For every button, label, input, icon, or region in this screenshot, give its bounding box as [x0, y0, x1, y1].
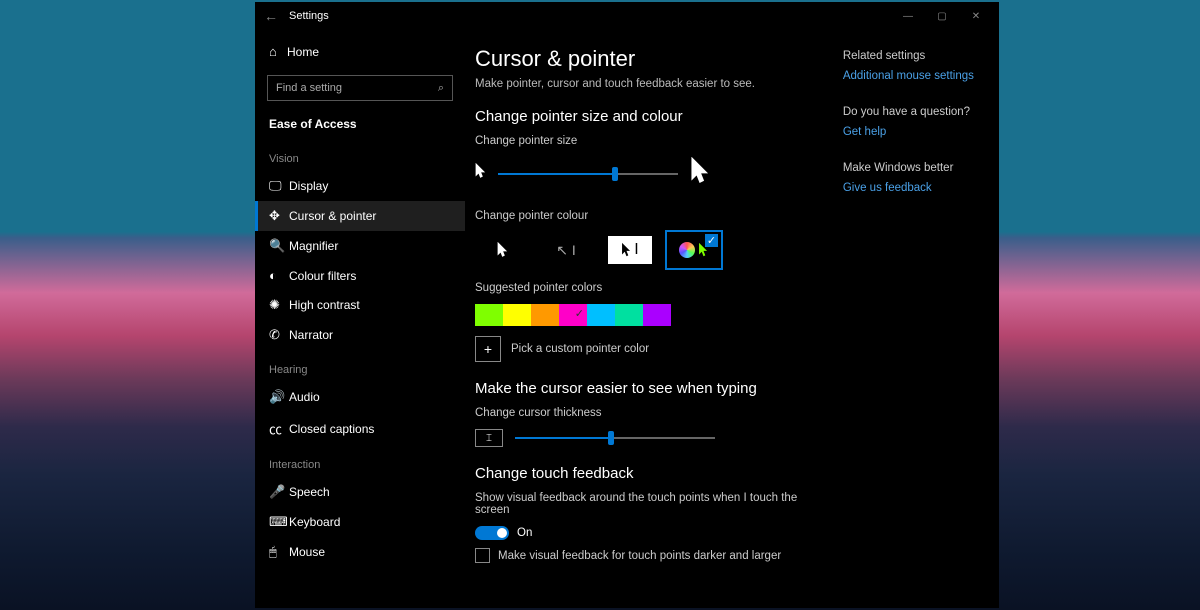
thickness-label: Change cursor thickness — [475, 407, 831, 419]
nav-item-audio[interactable]: 🔊Audio — [255, 382, 465, 412]
nav-item-magnifier[interactable]: 🔍Magnifier — [255, 231, 465, 261]
nav-icon: ◐ — [269, 268, 289, 283]
minimize-button[interactable]: — — [891, 2, 925, 30]
settings-window: ← Settings — ▢ ✕ ⌂ Home Find a setting ⌕… — [255, 2, 999, 608]
suggested-color-1[interactable] — [503, 304, 531, 326]
suggested-color-4[interactable] — [587, 304, 615, 326]
related-heading: Related settings — [843, 50, 999, 62]
better-heading: Make Windows better — [843, 162, 999, 174]
nav-label: High contrast — [289, 298, 360, 312]
nav-group-hearing: Hearing — [255, 350, 465, 382]
page-title: Cursor & pointer — [475, 46, 831, 72]
nav-group-vision: Vision — [255, 139, 465, 171]
check-icon: ✓ — [705, 234, 718, 247]
suggested-color-3[interactable]: ✓ — [559, 304, 587, 326]
nav-icon: 🖱 — [269, 544, 289, 560]
nav-item-narrator[interactable]: ✆Narrator — [255, 320, 465, 350]
darker-larger-label: Make visual feedback for touch points da… — [498, 550, 781, 562]
nav-icon: ✺ — [269, 297, 289, 313]
suggested-label: Suggested pointer colors — [475, 282, 831, 294]
nav-label: Keyboard — [289, 515, 340, 529]
pointer-colour-option-2[interactable]: I — [603, 232, 657, 268]
cursor-small-icon — [475, 163, 486, 184]
nav-icon: ㏄ — [269, 419, 289, 438]
nav-item-colour-filters[interactable]: ◐Colour filters — [255, 261, 465, 290]
nav-label: Display — [289, 179, 328, 193]
nav-label: Magnifier — [289, 239, 338, 253]
pointer-size-label: Change pointer size — [475, 135, 831, 147]
cursor-large-icon — [690, 157, 710, 190]
thickness-preview[interactable]: ⌶ — [475, 429, 503, 447]
nav-icon: 🔊 — [269, 389, 289, 405]
get-help-link[interactable]: Get help — [843, 126, 999, 138]
additional-mouse-link[interactable]: Additional mouse settings — [843, 70, 999, 82]
home-link[interactable]: ⌂ Home — [255, 36, 465, 67]
thickness-slider[interactable] — [515, 431, 715, 445]
nav-icon: 🔍 — [269, 238, 289, 254]
nav-item-high-contrast[interactable]: ✺High contrast — [255, 290, 465, 320]
nav-icon: ✥ — [269, 208, 289, 224]
question-heading: Do you have a question? — [843, 106, 999, 118]
nav-icon: ✆ — [269, 327, 289, 343]
suggested-color-0[interactable] — [475, 304, 503, 326]
nav-item-cursor-pointer[interactable]: ✥Cursor & pointer — [255, 201, 465, 231]
check-icon: ✓ — [575, 307, 584, 320]
nav-label: Speech — [289, 485, 330, 499]
nav-label: Closed captions — [289, 422, 374, 436]
home-icon: ⌂ — [269, 44, 287, 59]
search-icon: ⌕ — [438, 82, 444, 95]
darker-larger-checkbox[interactable] — [475, 548, 490, 563]
nav-icon: ⌨ — [269, 514, 289, 530]
breadcrumb[interactable]: Ease of Access — [255, 109, 465, 139]
nav-item-speech[interactable]: 🎤Speech — [255, 477, 465, 507]
pointer-size-slider[interactable] — [498, 167, 678, 181]
nav-label: Colour filters — [289, 269, 356, 283]
section-size-colour: Change pointer size and colour — [475, 108, 831, 125]
nav-label: Mouse — [289, 545, 325, 559]
right-column: Related settings Additional mouse settin… — [831, 46, 999, 592]
home-label: Home — [287, 45, 319, 59]
nav-label: Cursor & pointer — [289, 209, 376, 223]
app-title: Settings — [289, 10, 329, 22]
pointer-colour-label: Change pointer colour — [475, 210, 831, 222]
section-touch-feedback: Change touch feedback — [475, 465, 831, 482]
suggested-color-5[interactable] — [615, 304, 643, 326]
suggested-color-6[interactable] — [643, 304, 671, 326]
custom-color-label: Pick a custom pointer color — [511, 343, 649, 355]
nav-icon: 🎤 — [269, 484, 289, 500]
nav-item-closed-captions[interactable]: ㏄Closed captions — [255, 412, 465, 445]
search-placeholder: Find a setting — [276, 82, 342, 94]
nav-item-mouse[interactable]: 🖱Mouse — [255, 537, 465, 567]
nav-item-display[interactable]: 🖵Display — [255, 171, 465, 201]
feedback-link[interactable]: Give us feedback — [843, 182, 999, 194]
touch-feedback-toggle[interactable] — [475, 526, 509, 540]
pointer-colour-option-0[interactable] — [475, 232, 529, 268]
pointer-colour-option-3[interactable]: ✓ — [667, 232, 721, 268]
nav-label: Narrator — [289, 328, 333, 342]
nav-group-interaction: Interaction — [255, 445, 465, 477]
nav-item-keyboard[interactable]: ⌨Keyboard — [255, 507, 465, 537]
add-custom-color-button[interactable]: + — [475, 336, 501, 362]
toggle-state: On — [517, 527, 532, 539]
sidebar: ⌂ Home Find a setting ⌕ Ease of Access V… — [255, 30, 465, 608]
main-content: Cursor & pointer Make pointer, cursor an… — [475, 46, 831, 592]
maximize-button[interactable]: ▢ — [925, 2, 959, 30]
section-cursor-typing: Make the cursor easier to see when typin… — [475, 380, 831, 397]
touch-feedback-label: Show visual feedback around the touch po… — [475, 492, 831, 516]
page-subtitle: Make pointer, cursor and touch feedback … — [475, 78, 831, 90]
suggested-color-2[interactable] — [531, 304, 559, 326]
nav-icon: 🖵 — [269, 178, 289, 194]
search-input[interactable]: Find a setting ⌕ — [267, 75, 453, 101]
nav-label: Audio — [289, 390, 320, 404]
titlebar: ← Settings — ▢ ✕ — [255, 2, 999, 30]
pointer-colour-option-1[interactable]: ↖ I — [539, 232, 593, 268]
close-button[interactable]: ✕ — [959, 2, 993, 30]
back-button[interactable]: ← — [261, 8, 281, 24]
